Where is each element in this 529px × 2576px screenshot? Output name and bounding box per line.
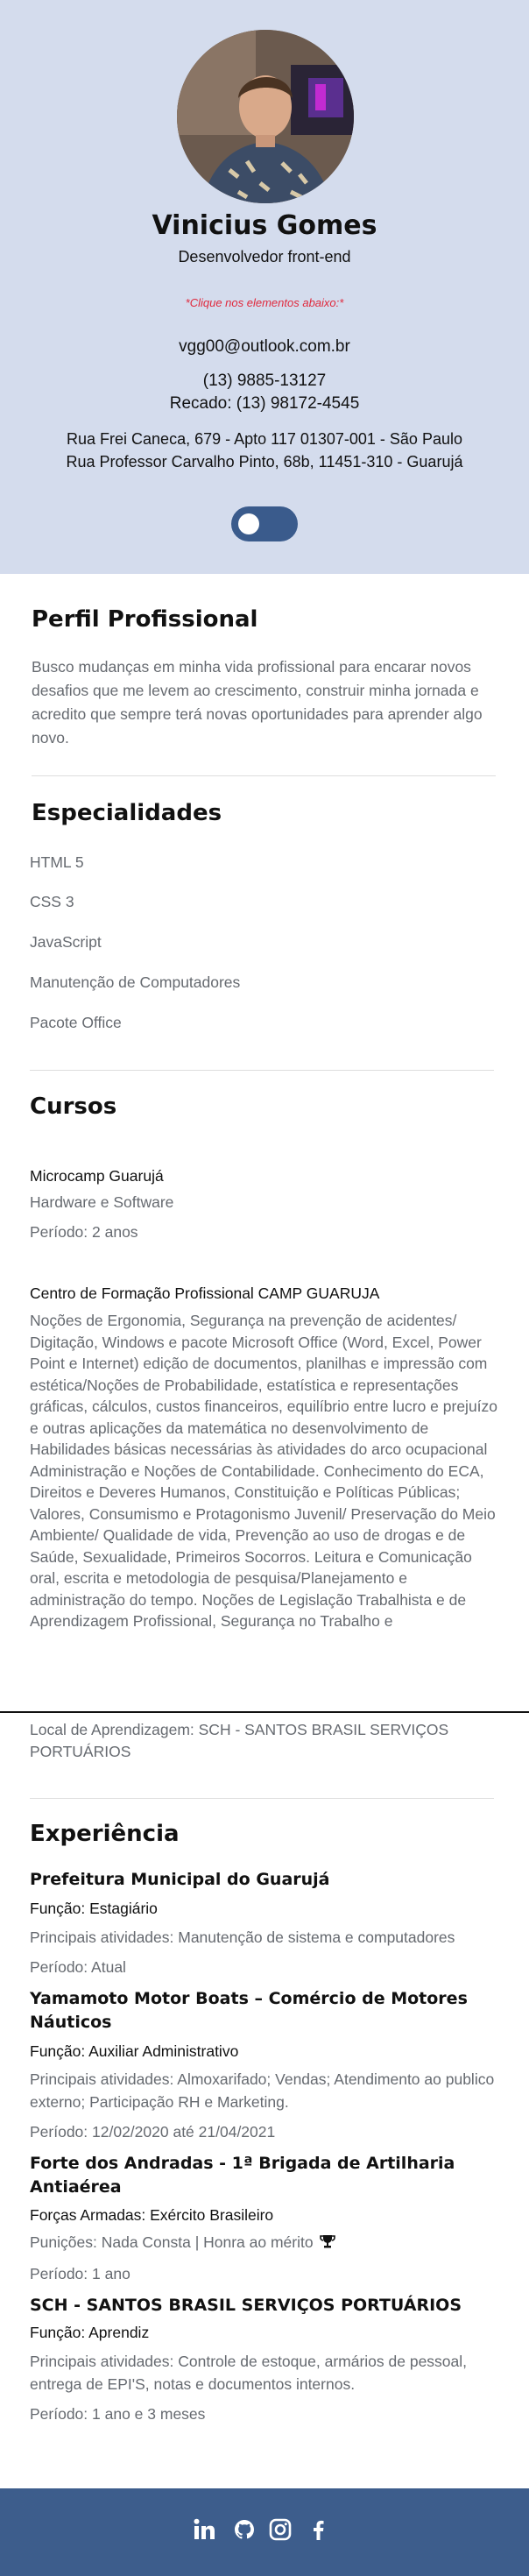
experience-activities: Principais atividades: Almoxarifado; Ven…: [30, 2070, 495, 2111]
instagram-icon[interactable]: [267, 2516, 293, 2543]
skill-item: CSS 3: [30, 893, 74, 910]
course-description: Noções de Ergonomia, Segurança na preven…: [30, 1312, 498, 1630]
experience-activities: Principais atividades: Controle de estoq…: [30, 2353, 468, 2393]
profile-header: Vinicius Gomes Desenvolvedor front-end *…: [0, 0, 529, 574]
address-sao-paulo[interactable]: Rua Frei Caneca, 679 - Apto 117 01307-00…: [0, 430, 529, 449]
experience-role: Função: Auxiliar Administrativo: [30, 2042, 239, 2060]
course-detail: Hardware e Software: [30, 1193, 174, 1211]
section-title-cursos: Cursos: [30, 1093, 117, 1120]
skill-item: JavaScript: [30, 933, 102, 951]
course-period: Período: 2 anos: [30, 1223, 138, 1241]
course-title: Microcamp Guarujá: [30, 1167, 164, 1185]
experience-company: Yamamoto Motor Boats – Comércio de Motor…: [30, 1989, 468, 2032]
section-title-perfil: Perfil Profissional: [32, 606, 258, 633]
experience-role: Forças Armadas: Exército Brasileiro: [30, 2206, 274, 2224]
toggle-knob: [238, 513, 259, 534]
experience-company: Prefeitura Municipal do Guarujá: [30, 1870, 330, 1889]
theme-toggle[interactable]: [231, 506, 298, 541]
experience-company: SCH - SANTOS BRASIL SERVIÇOS PORTUÁRIOS: [30, 2296, 462, 2315]
experience-period: Período: 12/02/2020 até 21/04/2021: [30, 2123, 276, 2141]
experience-period: Período: 1 ano e 3 meses: [30, 2405, 206, 2423]
divider: [30, 1070, 494, 1071]
experience-activities: Principais atividades: Manutenção de sis…: [30, 1928, 455, 1946]
divider: [32, 775, 496, 776]
phone-message-link[interactable]: Recado: (13) 98172-4545: [0, 394, 529, 414]
footer: [0, 2488, 529, 2576]
experience-period: Período: Atual: [30, 1958, 126, 1976]
experience-role: Função: Estagiário: [30, 1900, 158, 1917]
facebook-icon[interactable]: [306, 2516, 332, 2543]
skill-item: HTML 5: [30, 853, 84, 871]
click-hint: *Clique nos elementos abaixo:*: [185, 296, 344, 309]
course-title: Centro de Formação Profissional CAMP GUA…: [30, 1284, 380, 1302]
perfil-text: Busco mudanças em minha vida profissiona…: [32, 658, 483, 747]
profile-role: Desenvolvedor front-end: [178, 248, 351, 265]
skill-item: Manutenção de Computadores: [30, 973, 241, 991]
profile-name: Vinicius Gomes: [152, 210, 377, 241]
section-rule: [0, 1711, 529, 1713]
trophy-icon: [320, 2233, 336, 2255]
experience-company: Forte dos Andradas - 1ª Brigada de Artil…: [30, 2154, 455, 2197]
email-link[interactable]: vgg00@outlook.com.br: [0, 337, 529, 357]
divider: [30, 1798, 494, 1799]
avatar: [177, 30, 354, 203]
phone-link[interactable]: (13) 9885-13127: [0, 372, 529, 391]
address-guaruja[interactable]: Rua Professor Carvalho Pinto, 68b, 11451…: [0, 453, 529, 471]
experience-period: Período: 1 ano: [30, 2265, 130, 2282]
section-title-especialidades: Especialidades: [32, 800, 222, 826]
linkedin-icon[interactable]: [192, 2516, 218, 2543]
experience-punishments: Punições: Nada Consta | Honra ao mérito: [30, 2231, 336, 2255]
experience-role: Função: Aprendiz: [30, 2324, 150, 2341]
punishments-text: Punições: Nada Consta | Honra ao mérito: [30, 2233, 314, 2251]
section-title-experiencia: Experiência: [30, 1821, 180, 1847]
skill-item: Pacote Office: [30, 1014, 122, 1031]
course-local: Local de Aprendizagem: SCH - SANTOS BRAS…: [30, 1721, 449, 1760]
github-icon[interactable]: [231, 2516, 257, 2543]
